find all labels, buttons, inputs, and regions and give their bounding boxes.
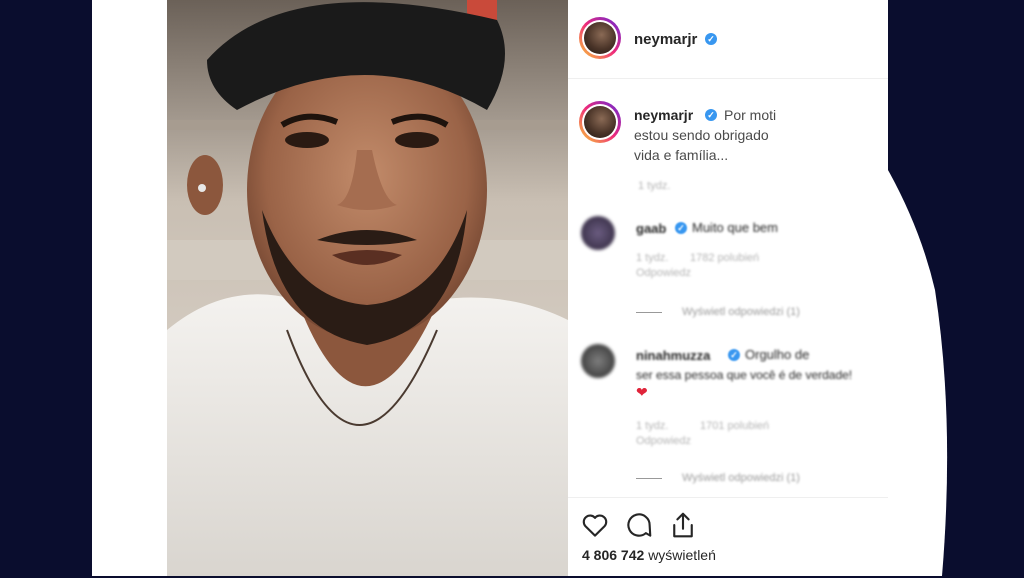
verified-badge-icon: ✓	[705, 33, 717, 45]
replies-divider	[636, 312, 662, 313]
comment-likes[interactable]: 1782 polubień	[690, 252, 759, 264]
verified-badge-icon: ✓	[728, 349, 740, 361]
caption-avatar[interactable]	[579, 101, 621, 143]
view-count-number: 4 806 742	[582, 547, 645, 563]
comment-username[interactable]: ninahmuzza	[636, 348, 710, 363]
action-bar: 4 806 742 wyświetleń	[568, 497, 888, 578]
reply-button[interactable]: Odpowiedz	[636, 267, 691, 279]
comment-avatar[interactable]	[581, 344, 615, 378]
caption-time: 1 tydz.	[638, 180, 671, 192]
comment-time: 1 tydz.	[636, 252, 669, 264]
post-side-panel: neymarjr ✓ neymarjr ✓ Por moti estou sen…	[568, 0, 888, 576]
caption-text-line2: estou sendo obrigado	[634, 127, 769, 143]
view-count: 4 806 742 wyświetleń	[582, 547, 716, 563]
video-player[interactable]	[167, 0, 568, 576]
comment-likes[interactable]: 1701 polubień	[700, 420, 769, 432]
view-replies-link[interactable]: Wyświetl odpowiedzi (1)	[682, 306, 800, 318]
verified-badge-icon: ✓	[675, 222, 687, 234]
author-avatar[interactable]	[579, 17, 621, 59]
view-count-label: wyświetleń	[648, 547, 716, 563]
reply-button[interactable]: Odpowiedz	[636, 435, 691, 447]
comment-text: Muito que bem	[692, 220, 778, 235]
comment-text-line1: Orgulho de	[745, 347, 810, 362]
caption-text-line1: Por moti	[724, 107, 777, 123]
view-replies-link[interactable]: Wyświetl odpowiedzi (1)	[682, 472, 800, 484]
caption-text-line3: vida e família...	[634, 147, 729, 163]
comment-time: 1 tydz.	[636, 420, 669, 432]
verified-badge-icon: ✓	[705, 109, 717, 121]
share-icon[interactable]	[668, 510, 698, 540]
replies-divider	[636, 478, 662, 479]
heart-emoji-icon: ❤	[636, 384, 648, 400]
post-header: neymarjr ✓	[568, 0, 888, 79]
comment-username[interactable]: gaab	[636, 221, 666, 236]
author-username[interactable]: neymarjr	[634, 31, 697, 48]
comment-avatar[interactable]	[581, 216, 615, 250]
comment-icon[interactable]	[624, 510, 654, 540]
heart-icon[interactable]	[580, 510, 610, 540]
caption-username[interactable]: neymarjr	[634, 107, 693, 123]
comment-text-line2: ser essa pessoa que você é de verdade!	[636, 368, 853, 382]
